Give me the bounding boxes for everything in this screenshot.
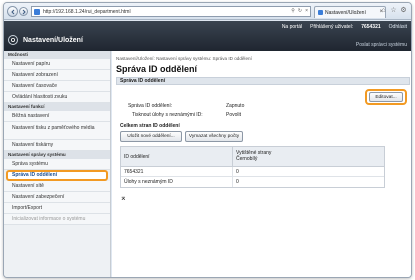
sidebar-item-printer[interactable]: Nastavení tiskárny bbox=[4, 140, 110, 151]
table-cell-id[interactable]: 7654321 bbox=[121, 167, 233, 176]
sidebar-item-volume[interactable]: Ovládání hlasitosti zvuku bbox=[4, 92, 110, 103]
register-department-button[interactable]: Uložit nové oddělení... bbox=[120, 131, 182, 142]
sidebar-item-timer[interactable]: Nastavení časovače bbox=[4, 81, 110, 92]
arrow-left-icon bbox=[10, 9, 14, 14]
sidebar-item-initialize[interactable]: Inicializovat informace o systému bbox=[4, 214, 110, 225]
browser-window: http://192.168.1.24/rui_department.html … bbox=[3, 2, 412, 278]
user-value: 7654321 bbox=[361, 24, 381, 30]
home-icon[interactable]: ⌂ bbox=[380, 7, 387, 14]
department-table: ID oddělení Vytištěné strany Černobílý 7… bbox=[120, 146, 385, 188]
sidebar-item-system-management[interactable]: Správa systému bbox=[4, 159, 110, 170]
portal-link[interactable]: Na portál bbox=[282, 24, 302, 30]
kv-value-department-id: Zapnuto bbox=[226, 103, 245, 109]
page-icon bbox=[34, 8, 40, 15]
sidebar: Možnosti Nastavení papíru Nastavení zobr… bbox=[4, 51, 111, 277]
sidebar-section-header: Nastavení správy systému bbox=[4, 151, 110, 159]
mail-admin-link[interactable]: Poslat správci systému bbox=[356, 42, 407, 48]
kv-value-unknown-id-jobs: Povolit bbox=[226, 112, 242, 118]
browser-tab[interactable]: Nastavení/Uložení × bbox=[314, 6, 386, 18]
settings-icon bbox=[8, 35, 18, 45]
main-content: Nastavení/Uložení: Nastavení správy syst… bbox=[112, 51, 411, 277]
clear-counts-button[interactable]: Vymazat všechny počty bbox=[185, 131, 243, 142]
sidebar-item-security[interactable]: Nastavení zabezpečení bbox=[4, 192, 110, 203]
table-cell-id: Úlohy s neznámým ID bbox=[121, 177, 233, 187]
column-header-department-id: ID oddělení bbox=[121, 147, 233, 166]
back-button[interactable] bbox=[7, 6, 18, 17]
app-title-area: Nastavení/Uložení bbox=[8, 35, 83, 45]
header-user-bar: Na portál Přihlášený uživatel: 7654321 O… bbox=[282, 24, 407, 30]
table-cell-count: 0 bbox=[236, 179, 239, 185]
logout-link[interactable]: Odhlásit bbox=[389, 24, 407, 30]
sidebar-section-header: Možnosti bbox=[4, 51, 110, 59]
page-title: Správa ID oddělení bbox=[116, 64, 198, 74]
subsection-title: Celkem stran ID oddělení bbox=[120, 123, 180, 129]
sidebar-item-department-id[interactable]: Správa ID oddělení bbox=[6, 170, 108, 181]
app-title: Nastavení/Uložení bbox=[23, 36, 83, 44]
section-header: Správa ID oddělení bbox=[116, 77, 410, 85]
sidebar-section-header: Nastavení funkcí bbox=[4, 103, 110, 111]
sidebar-item-display[interactable]: Nastavení zobrazení bbox=[4, 70, 110, 81]
browser-icons: ⌂ ☆ ⚙ bbox=[380, 7, 407, 14]
column-header-line2: Černobílý bbox=[236, 156, 258, 162]
gear-icon[interactable]: ⚙ bbox=[400, 7, 407, 14]
kv-label-department-id: Správa ID oddělení: bbox=[128, 103, 173, 109]
search-icon[interactable]: ⚲ bbox=[291, 8, 295, 14]
column-header-printed-pages: Vytištěné strany Černobílý bbox=[233, 147, 384, 166]
close-icon[interactable]: × bbox=[305, 8, 308, 14]
edit-button[interactable]: Editovat... bbox=[369, 92, 403, 102]
breadcrumb: Nastavení/Uložení: Nastavení správy syst… bbox=[116, 56, 252, 61]
address-tools: ⚲ ↻ × bbox=[291, 8, 308, 14]
refresh-icon[interactable]: ↻ bbox=[298, 8, 302, 14]
sidebar-item-import-export[interactable]: Import/Export bbox=[4, 203, 110, 214]
arrow-right-icon bbox=[22, 9, 26, 14]
browser-toolbar: http://192.168.1.24/rui_department.html … bbox=[4, 3, 411, 20]
app-header: Na portál Přihlášený uživatel: 7654321 O… bbox=[4, 21, 411, 51]
table-cell-count: 0 bbox=[236, 169, 239, 175]
url-text: http://192.168.1.24/rui_department.html bbox=[43, 8, 131, 15]
kv-label-unknown-id-jobs: Tisknout úlohy s neznámými ID: bbox=[132, 112, 203, 118]
sidebar-item-media-print[interactable]: Nastavení tisku z paměťového média bbox=[4, 122, 110, 140]
address-bar[interactable]: http://192.168.1.24/rui_department.html … bbox=[31, 6, 311, 17]
back-to-top-icon[interactable]: ⌅ bbox=[120, 193, 127, 202]
sidebar-item-common[interactable]: Běžná nastavení bbox=[4, 111, 110, 122]
user-label: Přihlášený uživatel: bbox=[310, 24, 354, 30]
table-row: Úlohy s neznámým ID 0 bbox=[121, 177, 384, 187]
star-icon[interactable]: ☆ bbox=[390, 7, 397, 14]
sidebar-item-network[interactable]: Nastavení sítě bbox=[4, 181, 110, 192]
tab-title: Nastavení/Uložení bbox=[325, 9, 366, 16]
table-header: ID oddělení Vytištěné strany Černobílý bbox=[121, 147, 384, 167]
table-row[interactable]: 7654321 0 bbox=[121, 167, 384, 177]
tab-favicon-icon bbox=[318, 10, 323, 15]
sidebar-item-paper[interactable]: Nastavení papíru bbox=[4, 59, 110, 70]
forward-button[interactable] bbox=[19, 7, 28, 16]
